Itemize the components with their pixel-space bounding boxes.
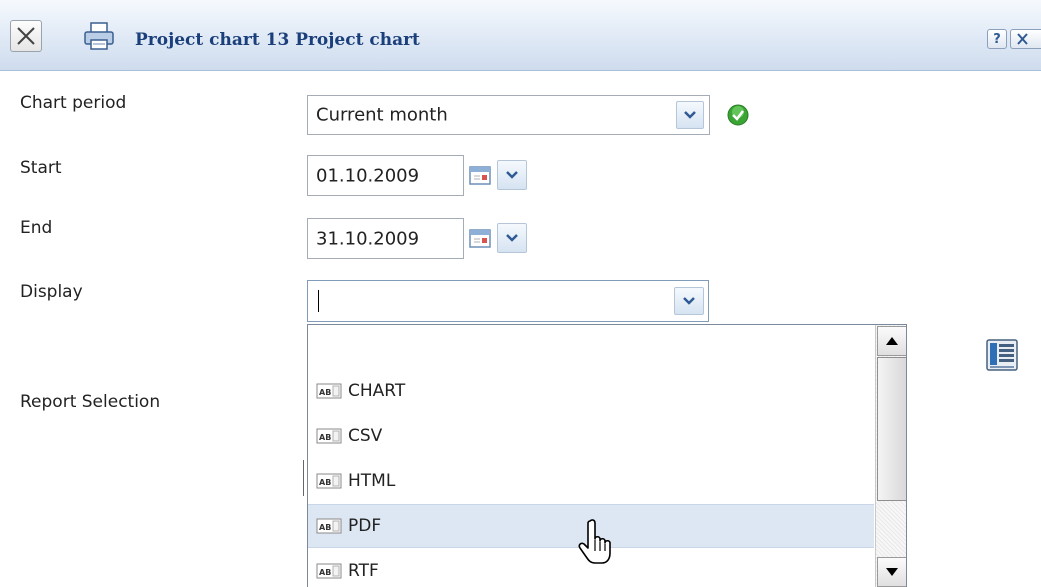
list-item-label: HTML [348, 471, 396, 491]
help-button[interactable]: ? [987, 29, 1007, 49]
close-window-button[interactable] [1010, 29, 1041, 49]
start-date-input[interactable]: 01.10.2009 [307, 155, 464, 196]
chart-period-dropdown-button[interactable] [676, 101, 704, 129]
start-dropdown-button[interactable] [497, 160, 527, 190]
display-label: Display [20, 282, 83, 302]
arrow-up-icon [886, 337, 898, 345]
list-item-label: CSV [348, 426, 383, 446]
window-title: Project chart 13 Project chart [135, 30, 420, 50]
check-circle-icon [727, 104, 749, 126]
text-field-icon: AB [316, 383, 342, 399]
chart-period-label: Chart period [20, 93, 127, 113]
scroll-down-button[interactable] [877, 557, 906, 587]
display-combo-input[interactable] [307, 280, 709, 322]
list-item-chart[interactable]: AB CHART [308, 369, 874, 413]
chart-period-value: Current month [316, 104, 448, 126]
list-item-label: PDF [348, 516, 382, 536]
field-edge [303, 460, 304, 496]
text-field-icon: AB [316, 428, 342, 444]
text-caret [318, 290, 319, 312]
end-dropdown-button[interactable] [497, 223, 527, 253]
report-selection-label: Report Selection [20, 392, 161, 412]
end-label: End [20, 218, 53, 238]
end-calendar-button[interactable] [465, 223, 495, 253]
list-item-label: RTF [348, 561, 379, 581]
chevron-down-icon [684, 111, 696, 119]
printer-icon [84, 22, 114, 50]
list-item-label: CHART [348, 381, 406, 401]
svg-text:AB: AB [319, 568, 331, 577]
start-date-value: 01.10.2009 [316, 165, 420, 186]
list-item-csv[interactable]: AB CSV [308, 414, 874, 458]
svg-text:AB: AB [319, 388, 331, 397]
svg-text:AB: AB [319, 523, 331, 532]
scroll-up-button[interactable] [877, 326, 906, 356]
close-button[interactable] [10, 20, 42, 52]
display-dropdown-button[interactable] [674, 287, 704, 315]
chevron-down-icon [506, 171, 518, 179]
start-label: Start [20, 158, 62, 178]
text-field-icon: AB [316, 563, 342, 579]
text-field-icon: AB [316, 518, 342, 534]
scroll-thumb[interactable] [877, 357, 906, 501]
report-list-icon[interactable] [985, 338, 1019, 372]
svg-text:AB: AB [319, 478, 331, 487]
chart-period-select[interactable]: Current month [307, 95, 710, 135]
start-calendar-button[interactable] [465, 160, 495, 190]
calendar-icon [469, 229, 491, 248]
list-item-empty[interactable] [308, 325, 874, 369]
hand-pointer-icon [578, 519, 611, 564]
print-button[interactable] [82, 20, 116, 52]
calendar-icon [469, 166, 491, 185]
text-field-icon: AB [316, 473, 342, 489]
svg-text:AB: AB [319, 433, 331, 442]
list-scrollbar[interactable] [875, 325, 906, 587]
end-date-value: 31.10.2009 [316, 228, 420, 249]
arrow-down-icon [886, 568, 898, 576]
end-date-input[interactable]: 31.10.2009 [307, 218, 464, 259]
close-icon [1017, 33, 1028, 45]
window-titlebar: Project chart 13 Project chart ? [0, 0, 1041, 71]
chevron-down-icon [506, 234, 518, 242]
close-icon [17, 27, 35, 45]
list-item-html[interactable]: AB HTML [308, 459, 874, 503]
chevron-down-icon [683, 297, 695, 305]
